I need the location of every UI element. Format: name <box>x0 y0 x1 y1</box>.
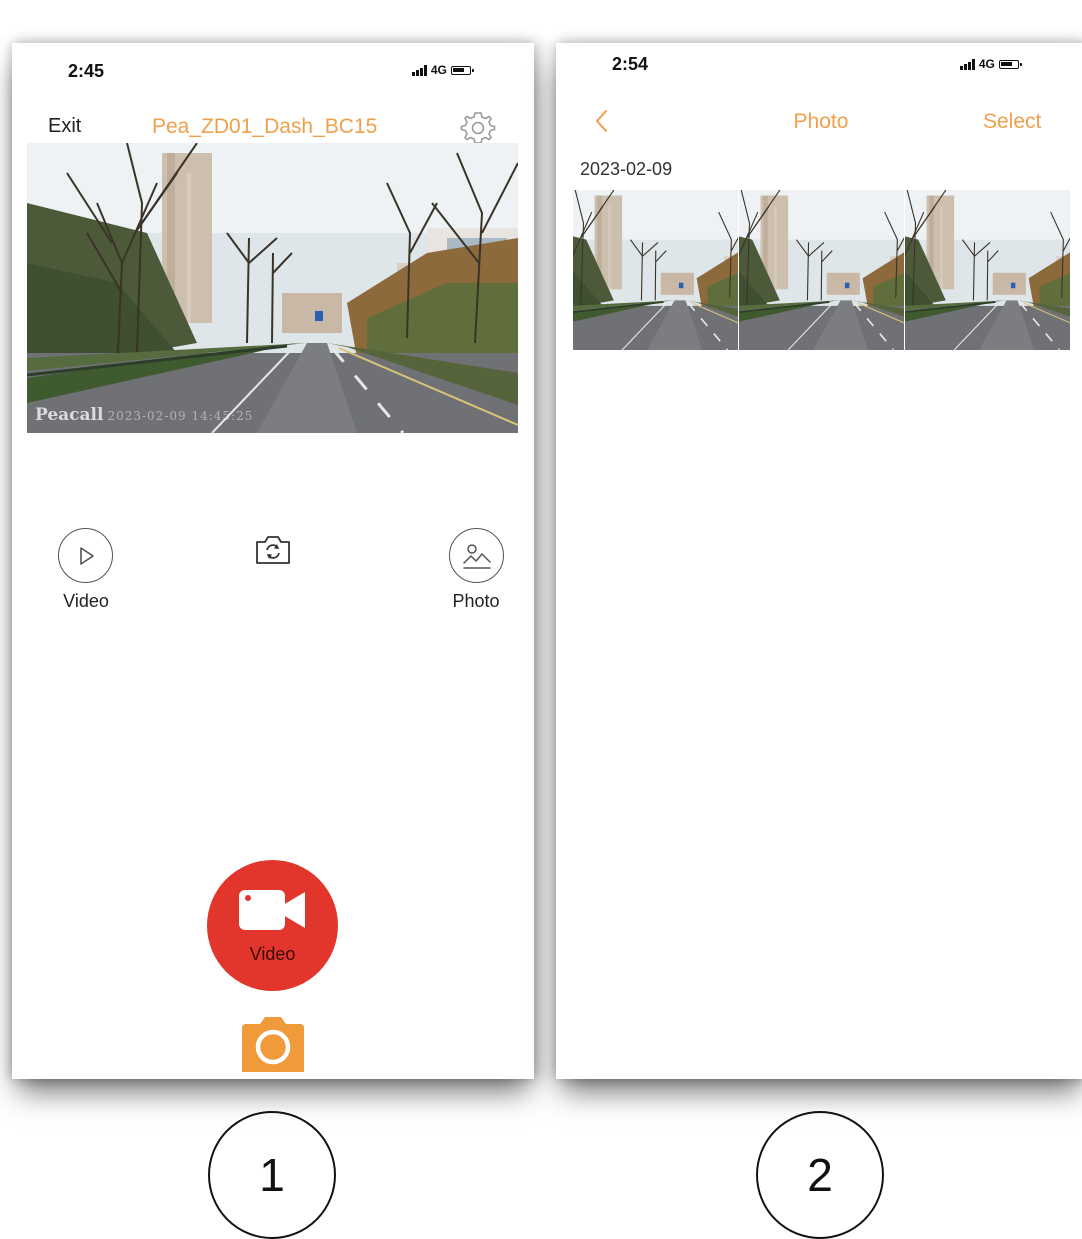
signal-icon <box>960 58 975 70</box>
status-time: 2:54 <box>612 54 649 74</box>
capture-photo-button[interactable] <box>240 1016 306 1072</box>
camera-switch-icon[interactable] <box>253 533 293 567</box>
status-indicators: 4G <box>412 63 474 77</box>
photo-list-label: Photo <box>452 591 500 611</box>
watermark-brand: Peacall <box>35 405 104 425</box>
battery-icon <box>450 65 474 75</box>
network-label: 4G <box>978 57 995 71</box>
exit-button[interactable]: Exit <box>48 115 81 138</box>
play-icon <box>79 546 94 565</box>
watermark-timestamp: 2023-02-09 14:45:25 <box>107 409 254 423</box>
network-label: 4G <box>430 63 447 77</box>
photo-thumbnail[interactable] <box>739 190 904 350</box>
select-button[interactable]: Select <box>983 110 1041 134</box>
photo-thumbnail[interactable] <box>905 190 1070 350</box>
step-number-1: 1 <box>208 1111 336 1239</box>
gear-icon[interactable] <box>459 108 497 146</box>
photo-thumbnail[interactable] <box>573 190 738 350</box>
status-time: 2:45 <box>68 61 105 81</box>
photo-gallery-screen: 2:54 4G Photo Select 2023-02-09 <box>556 43 1082 1079</box>
camera-icon <box>242 1017 304 1072</box>
record-video-button[interactable]: Video <box>207 860 338 991</box>
step-number-2: 2 <box>756 1111 884 1239</box>
video-watermark: Peacall 2023-02-09 14:45:25 <box>35 405 253 425</box>
signal-icon <box>412 64 427 76</box>
date-group-header: 2023-02-09 <box>580 159 673 179</box>
gallery-icon <box>462 543 491 569</box>
video-list-label: Video <box>63 591 109 611</box>
live-view-screen: 2:45 4G Exit Pea_ZD01_Dash_BC15 Peacall 2… <box>12 43 534 1079</box>
video-camera-icon <box>239 890 305 930</box>
camera-feed <box>27 143 518 433</box>
live-preview[interactable]: Peacall 2023-02-09 14:45:25 <box>27 143 518 433</box>
photo-grid <box>573 190 1070 350</box>
photo-list-button[interactable] <box>449 528 504 583</box>
video-list-button[interactable] <box>58 528 113 583</box>
battery-icon <box>998 59 1022 69</box>
status-indicators: 4G <box>960 57 1022 71</box>
device-name: Pea_ZD01_Dash_BC15 <box>152 115 378 138</box>
record-label: Video <box>249 944 296 964</box>
